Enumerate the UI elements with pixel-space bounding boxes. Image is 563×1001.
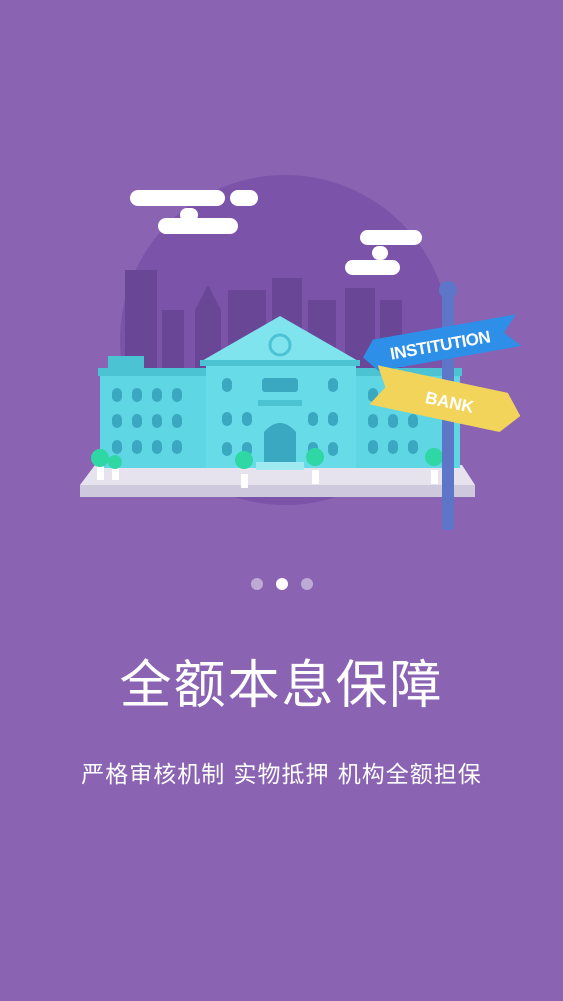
page-dot-3[interactable] — [300, 578, 313, 590]
slide-title: 全额本息保障 — [119, 656, 444, 716]
slide-subtitle: 严格审核机制 实物抵押 机构全额担保 — [81, 762, 482, 788]
page-indicator — [0, 576, 563, 592]
page-dot-1[interactable] — [250, 578, 263, 590]
bank-institution-illustration: INSTITUTION BANK — [80, 175, 522, 530]
page-dot-2-active[interactable] — [275, 578, 288, 590]
onboarding-screen: INSTITUTION BANK 全额本息保障 严格审核机制 实物抵押 机构全额… — [0, 0, 563, 1001]
